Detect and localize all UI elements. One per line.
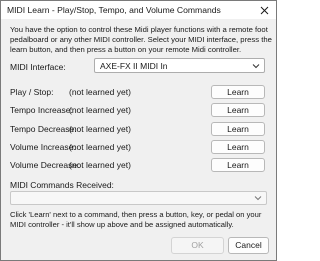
learn-volume-increase-button[interactable]: Learn (211, 140, 265, 154)
volume-increase-status: (not learned yet) (69, 142, 131, 152)
learn-tempo-decrease-button[interactable]: Learn (211, 122, 265, 136)
hint-text: Click 'Learn' next to a command, then pr… (10, 210, 262, 229)
play-stop-label: Play / Stop: (10, 87, 54, 97)
midi-interface-select[interactable]: AXE-FX II MIDI In (94, 58, 265, 73)
midi-interface-value: AXE-FX II MIDI In (100, 61, 168, 71)
tempo-decrease-status: (not learned yet) (69, 124, 131, 134)
volume-increase-label: Volume Increase: (10, 142, 76, 152)
window-title: MIDI Learn - Play/Stop, Tempo, and Volum… (7, 5, 221, 15)
midi-learn-dialog: MIDI Learn - Play/Stop, Tempo, and Volum… (0, 0, 277, 261)
tempo-decrease-label: Tempo Decrease: (10, 124, 77, 134)
learn-tempo-increase-button[interactable]: Learn (211, 103, 265, 117)
ok-button[interactable]: OK (171, 237, 224, 254)
instructions-text: You have the option to control these Mid… (10, 25, 272, 54)
midi-received-label: MIDI Commands Received: (10, 180, 114, 190)
midi-interface-label: MIDI Interface: (10, 62, 66, 72)
chevron-down-icon (252, 64, 260, 69)
close-button[interactable] (256, 2, 272, 18)
tempo-increase-label: Tempo Increase: (10, 105, 73, 115)
tempo-increase-status: (not learned yet) (69, 105, 131, 115)
learn-play-stop-button[interactable]: Learn (211, 85, 265, 99)
cancel-button[interactable]: Cancel (228, 237, 269, 254)
midi-received-field[interactable] (10, 191, 267, 205)
play-stop-status: (not learned yet) (69, 87, 131, 97)
close-icon (260, 6, 268, 14)
chevron-down-icon (254, 196, 262, 201)
volume-decrease-status: (not learned yet) (69, 160, 131, 170)
learn-volume-decrease-button[interactable]: Learn (211, 158, 265, 172)
title-bar: MIDI Learn - Play/Stop, Tempo, and Volum… (1, 1, 276, 19)
